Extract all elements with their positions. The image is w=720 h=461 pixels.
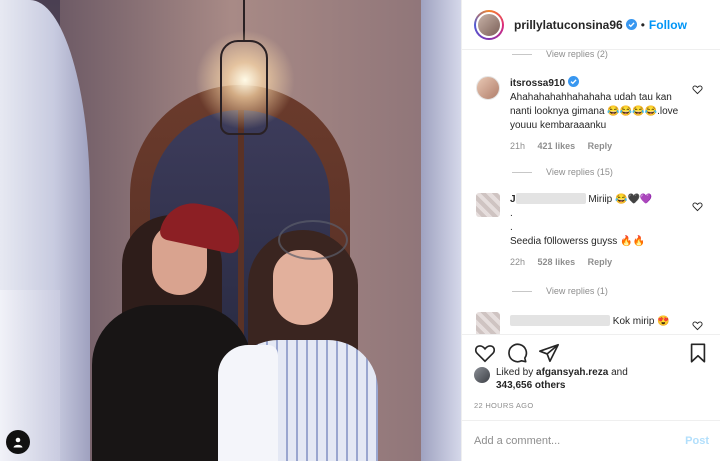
comment-avatar[interactable] <box>476 312 500 334</box>
liked-by-and: and <box>611 367 628 378</box>
liked-by-user[interactable]: afgansyah.reza <box>536 367 608 378</box>
comments-list[interactable]: View replies (2) itsrossa910 Ahahahahahh… <box>462 50 720 334</box>
p2-fascinator <box>278 220 348 260</box>
user-tag-glyph <box>13 437 23 448</box>
comment-meta: 21h 421 likes Reply <box>510 139 690 153</box>
author-username-text[interactable]: prillylatuconsina96 <box>514 18 623 32</box>
photo-lamp <box>220 40 268 135</box>
view-replies-label[interactable]: View replies (2) <box>546 50 608 59</box>
comment-text-line: . <box>510 222 513 233</box>
comment-icon[interactable] <box>506 342 528 364</box>
author-avatar-image <box>476 11 502 38</box>
comment-time[interactable]: 21h <box>510 141 525 151</box>
author-avatar[interactable] <box>474 9 504 40</box>
redacted-username <box>510 315 610 326</box>
p2-sleeve <box>218 345 278 461</box>
comment-avatar[interactable] <box>476 193 500 217</box>
likes-count[interactable]: 343,656 others <box>496 380 566 391</box>
follow-button[interactable]: Follow <box>649 18 687 32</box>
post-timestamp[interactable]: 22 HOURS AGO <box>474 401 533 410</box>
comment-body: J Miriip 😂🖤💜 . . Seedia f0llowerss guyss… <box>510 193 690 269</box>
bookmark-icon[interactable] <box>687 342 709 364</box>
comment-body: Kok mirip 😍 <box>510 315 690 329</box>
comment-likes[interactable]: 421 likes <box>538 141 576 151</box>
comment-username-text[interactable]: itsrossa910 <box>510 78 565 89</box>
view-replies-button[interactable]: View replies (15) <box>462 167 613 177</box>
verified-icon <box>625 18 637 30</box>
share-icon[interactable] <box>538 342 560 364</box>
liked-by-prefix: Liked by <box>496 367 534 378</box>
view-replies-label[interactable]: View replies (15) <box>546 167 613 177</box>
view-replies-button[interactable]: View replies (1) <box>462 286 608 296</box>
post-actions <box>462 334 720 370</box>
post-comment-button[interactable]: Post <box>685 435 709 447</box>
comment-text: Miriip 😂🖤💜 <box>588 194 653 205</box>
view-replies-line <box>512 171 532 173</box>
view-replies-button[interactable]: View replies (2) <box>462 50 608 59</box>
heart-icon[interactable] <box>474 342 496 364</box>
comment-time[interactable]: 22h <box>510 257 525 267</box>
comment-text: Kok mirip 😍 <box>612 316 670 327</box>
post-photo[interactable] <box>0 0 461 461</box>
comment-body: itsrossa910 Ahahahahahhahahaha udah tau … <box>510 76 690 153</box>
comment-username-text[interactable]: J <box>510 194 516 205</box>
header-separator: • <box>640 17 645 32</box>
post-panel: prillylatuconsina96 • Follow View replie… <box>461 0 720 461</box>
p2-face <box>273 250 333 325</box>
comment-likes[interactable]: 528 likes <box>538 257 576 267</box>
photo-arch-right <box>421 0 461 461</box>
heart-icon[interactable] <box>692 84 703 95</box>
comment-username[interactable]: itsrossa910 <box>510 76 580 89</box>
comment-username[interactable]: J <box>510 193 586 205</box>
comment-avatar[interactable] <box>476 76 500 100</box>
comment-meta: 22h 528 likes Reply <box>510 255 690 269</box>
comment-text-line: . <box>510 208 513 219</box>
author-username[interactable]: prillylatuconsina96 <box>514 18 637 32</box>
user-tag-icon[interactable] <box>6 430 30 454</box>
view-replies-label[interactable]: View replies (1) <box>546 286 608 296</box>
redacted-username <box>515 193 586 204</box>
comment-reply-button[interactable]: Reply <box>588 257 613 267</box>
comment-text-line: Seedia f0llowerss guyss 🔥🔥 <box>510 236 645 247</box>
likes-summary: Liked by afgansyah.reza and 343,656 othe… <box>474 366 628 392</box>
add-comment-bar: Post <box>462 420 720 461</box>
comment-text: Ahahahahahhahahaha udah tau kan nanti lo… <box>510 92 679 131</box>
verified-icon <box>568 76 580 87</box>
post-header: prillylatuconsina96 • Follow <box>462 0 720 50</box>
heart-icon[interactable] <box>692 320 703 331</box>
comment-reply-button[interactable]: Reply <box>588 141 613 151</box>
likes-text: Liked by afgansyah.reza and 343,656 othe… <box>496 366 628 392</box>
heart-icon[interactable] <box>692 201 703 212</box>
photo-person-right <box>218 220 378 461</box>
add-comment-input[interactable] <box>474 435 686 447</box>
view-replies-line <box>512 53 532 55</box>
liker-avatar[interactable] <box>474 367 490 383</box>
view-replies-line <box>512 290 532 292</box>
